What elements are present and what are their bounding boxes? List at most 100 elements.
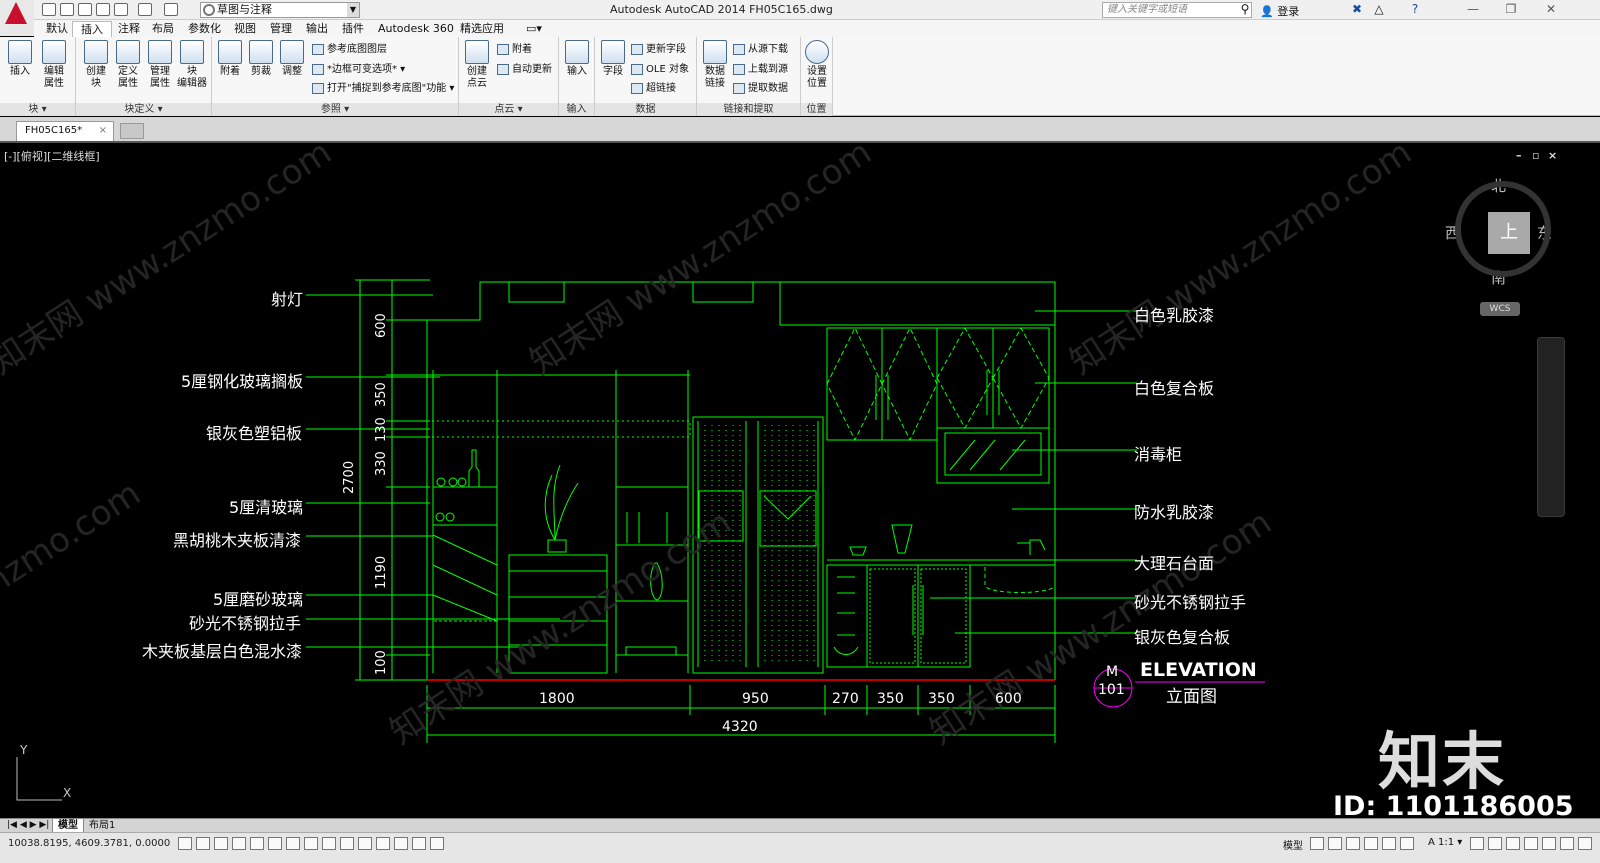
search-input[interactable]: 键入关键字或短语 xyxy=(1102,2,1252,18)
print-icon[interactable] xyxy=(114,3,128,16)
status-bar-menu-icon[interactable] xyxy=(1560,837,1574,850)
snap-mode-icon[interactable] xyxy=(196,837,210,850)
3d-object-snap-icon[interactable] xyxy=(286,837,300,850)
insert-block-button[interactable]: 插入 xyxy=(4,40,36,78)
annotation-scale-dropdown[interactable]: A 1:1 ▾ xyxy=(1428,837,1462,848)
navigation-bar[interactable] xyxy=(1537,337,1565,517)
close-button[interactable]: ✕ xyxy=(1540,2,1562,18)
grid-display-icon[interactable] xyxy=(214,837,228,850)
exchange-icon[interactable]: ✖ xyxy=(1350,3,1364,16)
data-link-button[interactable]: 数据 链接 xyxy=(699,40,731,90)
viewcube-top-face[interactable]: 上 xyxy=(1488,212,1530,254)
open-file-icon[interactable] xyxy=(60,3,74,16)
tab-parametric[interactable]: 参数化 xyxy=(180,21,229,37)
manage-attributes-button[interactable]: 管理 属性 xyxy=(144,40,176,90)
create-block-button[interactable]: 创建 块 xyxy=(80,40,112,90)
polar-tracking-icon[interactable] xyxy=(250,837,264,850)
tab-plugins[interactable]: 插件 xyxy=(334,21,372,37)
ortho-mode-icon[interactable] xyxy=(232,837,246,850)
steering-wheel-icon[interactable] xyxy=(1382,837,1396,850)
hardware-acceleration-icon[interactable] xyxy=(1524,837,1538,850)
ribbon-options-icon[interactable]: ▭▾ xyxy=(518,21,550,37)
transparency-icon[interactable] xyxy=(376,837,390,850)
tab-layout[interactable]: 布局 xyxy=(144,21,182,37)
tab-layout1[interactable]: 布局1 xyxy=(84,819,120,833)
model-space-toggle[interactable]: 模型 xyxy=(1283,837,1303,852)
tab-default[interactable]: 默认 xyxy=(38,21,76,37)
auto-update-button[interactable]: 自动更新 xyxy=(497,62,552,77)
save-as-icon[interactable] xyxy=(96,3,110,16)
object-snap-tracking-icon[interactable] xyxy=(304,837,318,850)
quick-properties-icon[interactable] xyxy=(394,837,408,850)
update-fields-button[interactable]: 更新字段 xyxy=(631,42,686,57)
tab-annotate[interactable]: 注释 xyxy=(110,21,148,37)
clean-screen-icon[interactable] xyxy=(1578,837,1592,850)
isolate-objects-icon[interactable] xyxy=(1542,837,1556,850)
tab-view[interactable]: 视图 xyxy=(226,21,264,37)
panel-label-pointcloud[interactable]: 点云 ▾ xyxy=(459,103,558,116)
tab-insert[interactable]: 插入 xyxy=(72,21,112,37)
new-tab-button[interactable] xyxy=(120,123,144,139)
workspace-select[interactable]: 草图与注释 ▼ xyxy=(200,2,360,18)
layout-nav-arrows[interactable]: |◀ ◀ ▶ ▶| xyxy=(2,819,54,833)
quick-view-layouts-icon[interactable] xyxy=(1310,837,1324,850)
login-button[interactable]: 👤 登录 xyxy=(1260,3,1299,19)
import-button[interactable]: 输入 xyxy=(561,40,593,78)
viewcube[interactable]: 上 xyxy=(1455,181,1551,277)
underlay-layers-button[interactable]: 参考底图图层 xyxy=(312,42,387,57)
undo-icon[interactable] xyxy=(138,3,152,16)
clip-button[interactable]: 剪裁 xyxy=(245,40,277,78)
panel-label-block[interactable]: 块 ▾ xyxy=(0,103,75,116)
extract-data-button[interactable]: 提取数据 xyxy=(733,81,788,96)
binoculars-icon[interactable]: ⚲ xyxy=(1238,3,1252,16)
create-pointcloud-button[interactable]: 创建 点云 xyxy=(461,40,493,90)
ole-object-button[interactable]: OLE 对象 xyxy=(631,62,689,77)
tab-featured-apps[interactable]: 精选应用 xyxy=(452,21,512,37)
edit-attributes-button[interactable]: 编辑 属性 xyxy=(38,40,70,90)
adjust-button[interactable]: 调整 xyxy=(276,40,308,78)
download-source-button[interactable]: 从源下载 xyxy=(733,42,788,57)
new-file-icon[interactable] xyxy=(42,3,56,16)
close-icon[interactable]: × xyxy=(99,122,107,140)
redo-icon[interactable] xyxy=(164,3,178,16)
upload-source-button[interactable]: 上载到源 xyxy=(733,62,788,77)
snap-underlay-dropdown[interactable]: 打开"捕捉到参考底图"功能 ▾ xyxy=(312,81,454,96)
pointcloud-attach-button[interactable]: 附着 xyxy=(497,42,532,57)
help-icon[interactable]: ? xyxy=(1408,3,1422,16)
minimize-button[interactable]: — xyxy=(1462,2,1484,18)
selection-cycling-icon[interactable] xyxy=(412,837,426,850)
define-attributes-button[interactable]: 定义 属性 xyxy=(112,40,144,90)
hyperlink-button[interactable]: 超链接 xyxy=(631,81,676,96)
lineweight-icon[interactable] xyxy=(358,837,372,850)
panel-label-block-definition[interactable]: 块定义 ▾ xyxy=(76,103,211,116)
workspace-switch-icon[interactable] xyxy=(1488,837,1502,850)
annotation-visibility-icon[interactable] xyxy=(1470,837,1484,850)
tab-model[interactable]: 模型 xyxy=(52,819,84,833)
dynamic-input-icon[interactable] xyxy=(340,837,354,850)
tab-manage[interactable]: 管理 xyxy=(262,21,300,37)
restore-button[interactable]: ❐ xyxy=(1500,2,1522,18)
tab-autodesk360[interactable]: Autodesk 360 xyxy=(370,21,462,37)
coordinate-readout[interactable]: 10038.8195, 4609.3781, 0.0000 xyxy=(8,838,170,849)
a360-icon[interactable]: △ xyxy=(1372,3,1386,16)
block-editor-button[interactable]: 块 编辑器 xyxy=(176,40,208,90)
object-snap-icon[interactable] xyxy=(268,837,282,850)
autocad-logo-icon[interactable] xyxy=(0,0,34,36)
lock-ui-icon[interactable] xyxy=(1506,837,1520,850)
set-location-button[interactable]: 设置 位置 xyxy=(801,40,833,90)
tab-output[interactable]: 输出 xyxy=(298,21,336,37)
wcs-menu[interactable]: WCS xyxy=(1480,302,1520,316)
document-tab[interactable]: FH05C165* × xyxy=(16,121,114,141)
pan-icon[interactable] xyxy=(1346,837,1360,850)
attach-button[interactable]: 附着 xyxy=(214,40,246,78)
panel-label-reference[interactable]: 参照 ▾ xyxy=(212,103,458,116)
dynamic-ucs-icon[interactable] xyxy=(322,837,336,850)
zoom-icon[interactable] xyxy=(1364,837,1378,850)
drawing-canvas[interactable]: [-][俯视][二维线框] – ▫ × 知末网 www.znzmo.com 知末… xyxy=(0,145,1600,818)
save-icon[interactable] xyxy=(78,3,92,16)
frame-variable-dropdown[interactable]: *边框可变选项* ▾ xyxy=(312,62,405,77)
annotation-monitor-icon[interactable] xyxy=(430,837,444,850)
infer-constraints-icon[interactable] xyxy=(178,837,192,850)
field-button[interactable]: 字段 xyxy=(597,40,629,78)
quick-view-drawings-icon[interactable] xyxy=(1328,837,1342,850)
